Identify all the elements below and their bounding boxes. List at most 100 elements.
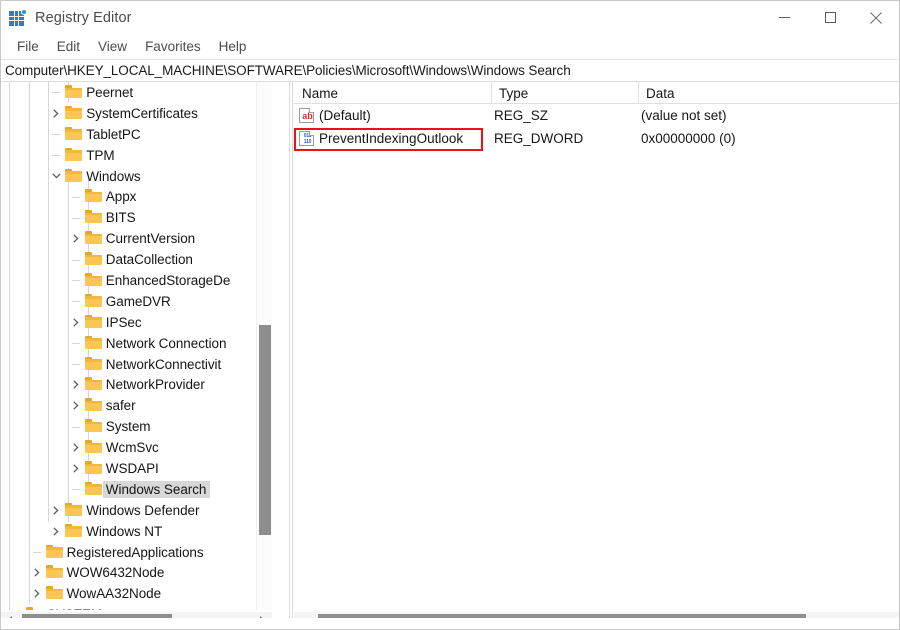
tree-item-label: NetworkConnectivit xyxy=(106,357,221,372)
tree-item-label: DataCollection xyxy=(106,252,193,267)
tree-item-label: WowAA32Node xyxy=(67,586,162,601)
tree-item-label: System xyxy=(106,419,151,434)
tree-item-bits[interactable]: BITS xyxy=(1,207,272,228)
tree-item-label: TPM xyxy=(86,148,114,163)
tree-elbow-connector xyxy=(33,552,41,553)
tree-item-label: NetworkProvider xyxy=(106,377,205,392)
tree-item-label: GameDVR xyxy=(106,294,171,309)
tree-item-safer[interactable]: safer xyxy=(1,395,272,416)
tree-item-tabletpc[interactable]: TabletPC xyxy=(1,124,272,145)
tree-item-appx[interactable]: Appx xyxy=(1,186,272,207)
minimize-icon[interactable] xyxy=(761,1,807,34)
panels-container: Peernet SystemCertificates TabletPC TPM Wind… xyxy=(1,82,899,629)
tree-item-label: SYSTEM xyxy=(47,607,102,610)
tree-item-label: safer xyxy=(106,398,136,413)
folder-icon xyxy=(26,607,43,610)
tree-elbow-connector xyxy=(72,343,80,344)
tree-item-wcmsvc[interactable]: WcmSvc xyxy=(1,437,272,458)
tree-item-windows-defender[interactable]: Windows Defender xyxy=(1,500,272,521)
folder-icon xyxy=(46,586,63,600)
folder-icon xyxy=(65,148,82,162)
tree-item-datacollection[interactable]: DataCollection xyxy=(1,249,272,270)
window-controls xyxy=(761,1,899,34)
tree-item-enhancedstoragede[interactable]: EnhancedStorageDe xyxy=(1,270,272,291)
menu-item-edit[interactable]: Edit xyxy=(48,37,89,56)
tree-item-registeredapplications[interactable]: RegisteredApplications xyxy=(1,542,272,563)
menu-item-favorites[interactable]: Favorites xyxy=(136,37,210,56)
reg-dword-icon: 011110 xyxy=(299,131,314,146)
tree-item-ipsec[interactable]: IPSec xyxy=(1,312,272,333)
title-bar: Registry Editor xyxy=(1,1,899,34)
menu-item-file[interactable]: File xyxy=(8,37,48,56)
value-data: (value not set) xyxy=(641,108,727,123)
chevron-right-icon[interactable] xyxy=(29,583,45,604)
menu-item-view[interactable]: View xyxy=(89,37,136,56)
panel-splitter[interactable] xyxy=(289,82,293,629)
tree-elbow-connector xyxy=(72,301,80,302)
chevron-right-icon[interactable] xyxy=(68,458,84,479)
tree-item-windows[interactable]: Windows xyxy=(1,166,272,187)
folder-icon xyxy=(85,210,102,224)
tree-item-peernet[interactable]: Peernet xyxy=(1,82,272,103)
column-header-data[interactable]: Data xyxy=(638,82,899,104)
registry-tree[interactable]: Peernet SystemCertificates TabletPC TPM Wind… xyxy=(1,82,272,610)
chevron-right-icon[interactable] xyxy=(68,437,84,458)
chevron-down-icon[interactable] xyxy=(48,166,64,187)
folder-icon xyxy=(65,524,82,538)
tree-item-networkconnectivit[interactable]: NetworkConnectivit xyxy=(1,354,272,375)
chevron-right-icon[interactable] xyxy=(68,228,84,249)
maximize-icon[interactable] xyxy=(807,1,853,34)
tree-item-wowaa32node[interactable]: WowAA32Node xyxy=(1,583,272,604)
tree-vertical-scrollbar[interactable] xyxy=(256,82,272,610)
tree-vertical-scrollbar-thumb[interactable] xyxy=(259,325,271,535)
registry-editor-window: Registry Editor File Edit View Favorites… xyxy=(0,0,900,630)
tree-item-currentversion[interactable]: CurrentVersion xyxy=(1,228,272,249)
tree-item-tpm[interactable]: TPM xyxy=(1,145,272,166)
tree-elbow-connector xyxy=(72,489,80,490)
tree-item-windows-nt[interactable]: Windows NT xyxy=(1,521,272,542)
tree-elbow-connector xyxy=(52,155,60,156)
tree-item-label: CurrentVersion xyxy=(106,231,195,246)
tree-elbow-connector xyxy=(72,260,80,261)
chevron-right-icon[interactable] xyxy=(29,562,45,583)
tree-item-label: RegisteredApplications xyxy=(67,545,204,560)
chevron-right-icon[interactable] xyxy=(48,103,64,124)
value-row[interactable]: ab(Default)REG_SZ(value not set) xyxy=(294,104,899,127)
tree-item-windows-search[interactable]: Windows Search xyxy=(1,479,272,500)
window-bottom-edge xyxy=(1,618,899,629)
chevron-right-icon[interactable] xyxy=(9,604,25,610)
tree-item-system[interactable]: SYSTEM xyxy=(1,604,272,610)
folder-icon xyxy=(65,85,82,99)
close-icon[interactable] xyxy=(853,1,899,34)
tree-item-label: BITS xyxy=(106,210,136,225)
column-header-name[interactable]: Name xyxy=(294,82,491,104)
reg-string-icon: ab xyxy=(299,108,314,123)
values-column-headers: Name Type Data xyxy=(294,82,899,104)
chevron-right-icon[interactable] xyxy=(48,500,64,521)
chevron-right-icon[interactable] xyxy=(68,312,84,333)
value-type: REG_DWORD xyxy=(494,131,583,146)
tree-item-system[interactable]: System xyxy=(1,416,272,437)
tree-item-label: Appx xyxy=(106,189,137,204)
tree-item-wsdapi[interactable]: WSDAPI xyxy=(1,458,272,479)
folder-icon xyxy=(65,503,82,517)
chevron-right-icon[interactable] xyxy=(68,374,84,395)
chevron-right-icon[interactable] xyxy=(68,395,84,416)
value-row[interactable]: 011110PreventIndexingOutlookREG_DWORD0x0… xyxy=(294,127,899,150)
folder-icon xyxy=(46,565,63,579)
column-header-type[interactable]: Type xyxy=(491,82,638,104)
tree-item-label: IPSec xyxy=(106,315,142,330)
address-bar[interactable]: Computer\HKEY_LOCAL_MACHINE\SOFTWARE\Pol… xyxy=(1,59,899,82)
tree-item-network-connection[interactable]: Network Connection xyxy=(1,333,272,354)
tree-item-wow6432node[interactable]: WOW6432Node xyxy=(1,562,272,583)
tree-item-networkprovider[interactable]: NetworkProvider xyxy=(1,374,272,395)
tree-item-label: TabletPC xyxy=(86,127,140,142)
menu-item-help[interactable]: Help xyxy=(210,37,256,56)
folder-icon xyxy=(85,252,102,266)
tree-item-label: Windows xyxy=(86,169,140,184)
tree-item-label: Peernet xyxy=(86,85,133,100)
chevron-right-icon[interactable] xyxy=(48,521,64,542)
tree-item-gamedvr[interactable]: GameDVR xyxy=(1,291,272,312)
folder-icon xyxy=(85,231,102,245)
tree-item-systemcertificates[interactable]: SystemCertificates xyxy=(1,103,272,124)
